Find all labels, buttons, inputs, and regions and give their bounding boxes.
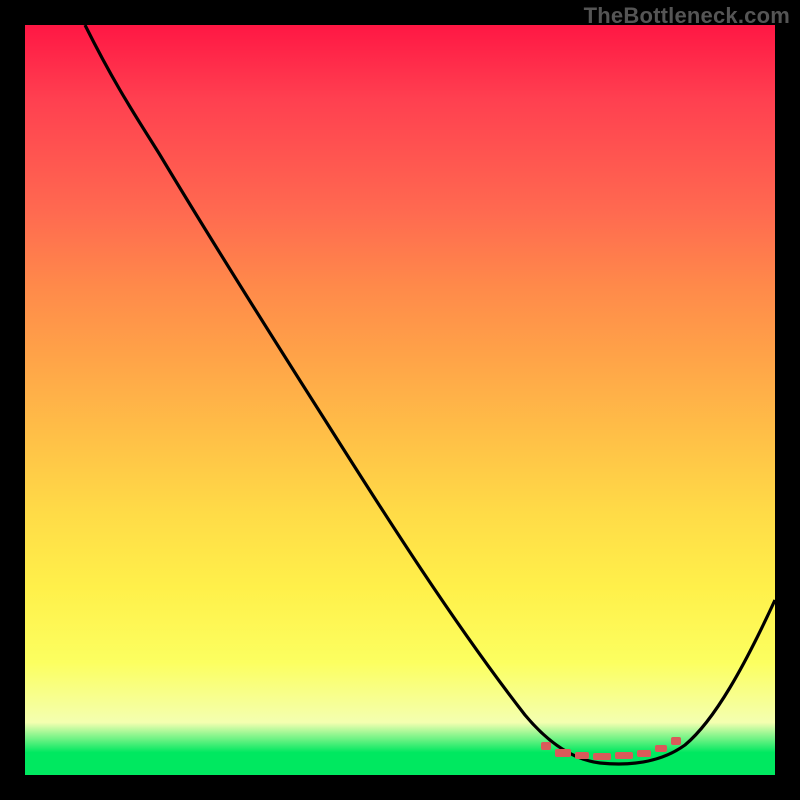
optimal-marker-7 — [655, 745, 667, 752]
optimal-marker-2 — [555, 749, 571, 757]
optimal-marker-5 — [615, 752, 633, 759]
bottleneck-curve-svg — [25, 25, 775, 775]
optimal-marker-8 — [671, 737, 681, 745]
bottleneck-curve-path — [85, 25, 775, 764]
optimal-marker-3 — [575, 752, 589, 759]
chart-plot-area — [25, 25, 775, 775]
optimal-marker-4 — [593, 753, 611, 760]
optimal-marker-6 — [637, 750, 651, 757]
optimal-marker-1 — [541, 742, 551, 750]
